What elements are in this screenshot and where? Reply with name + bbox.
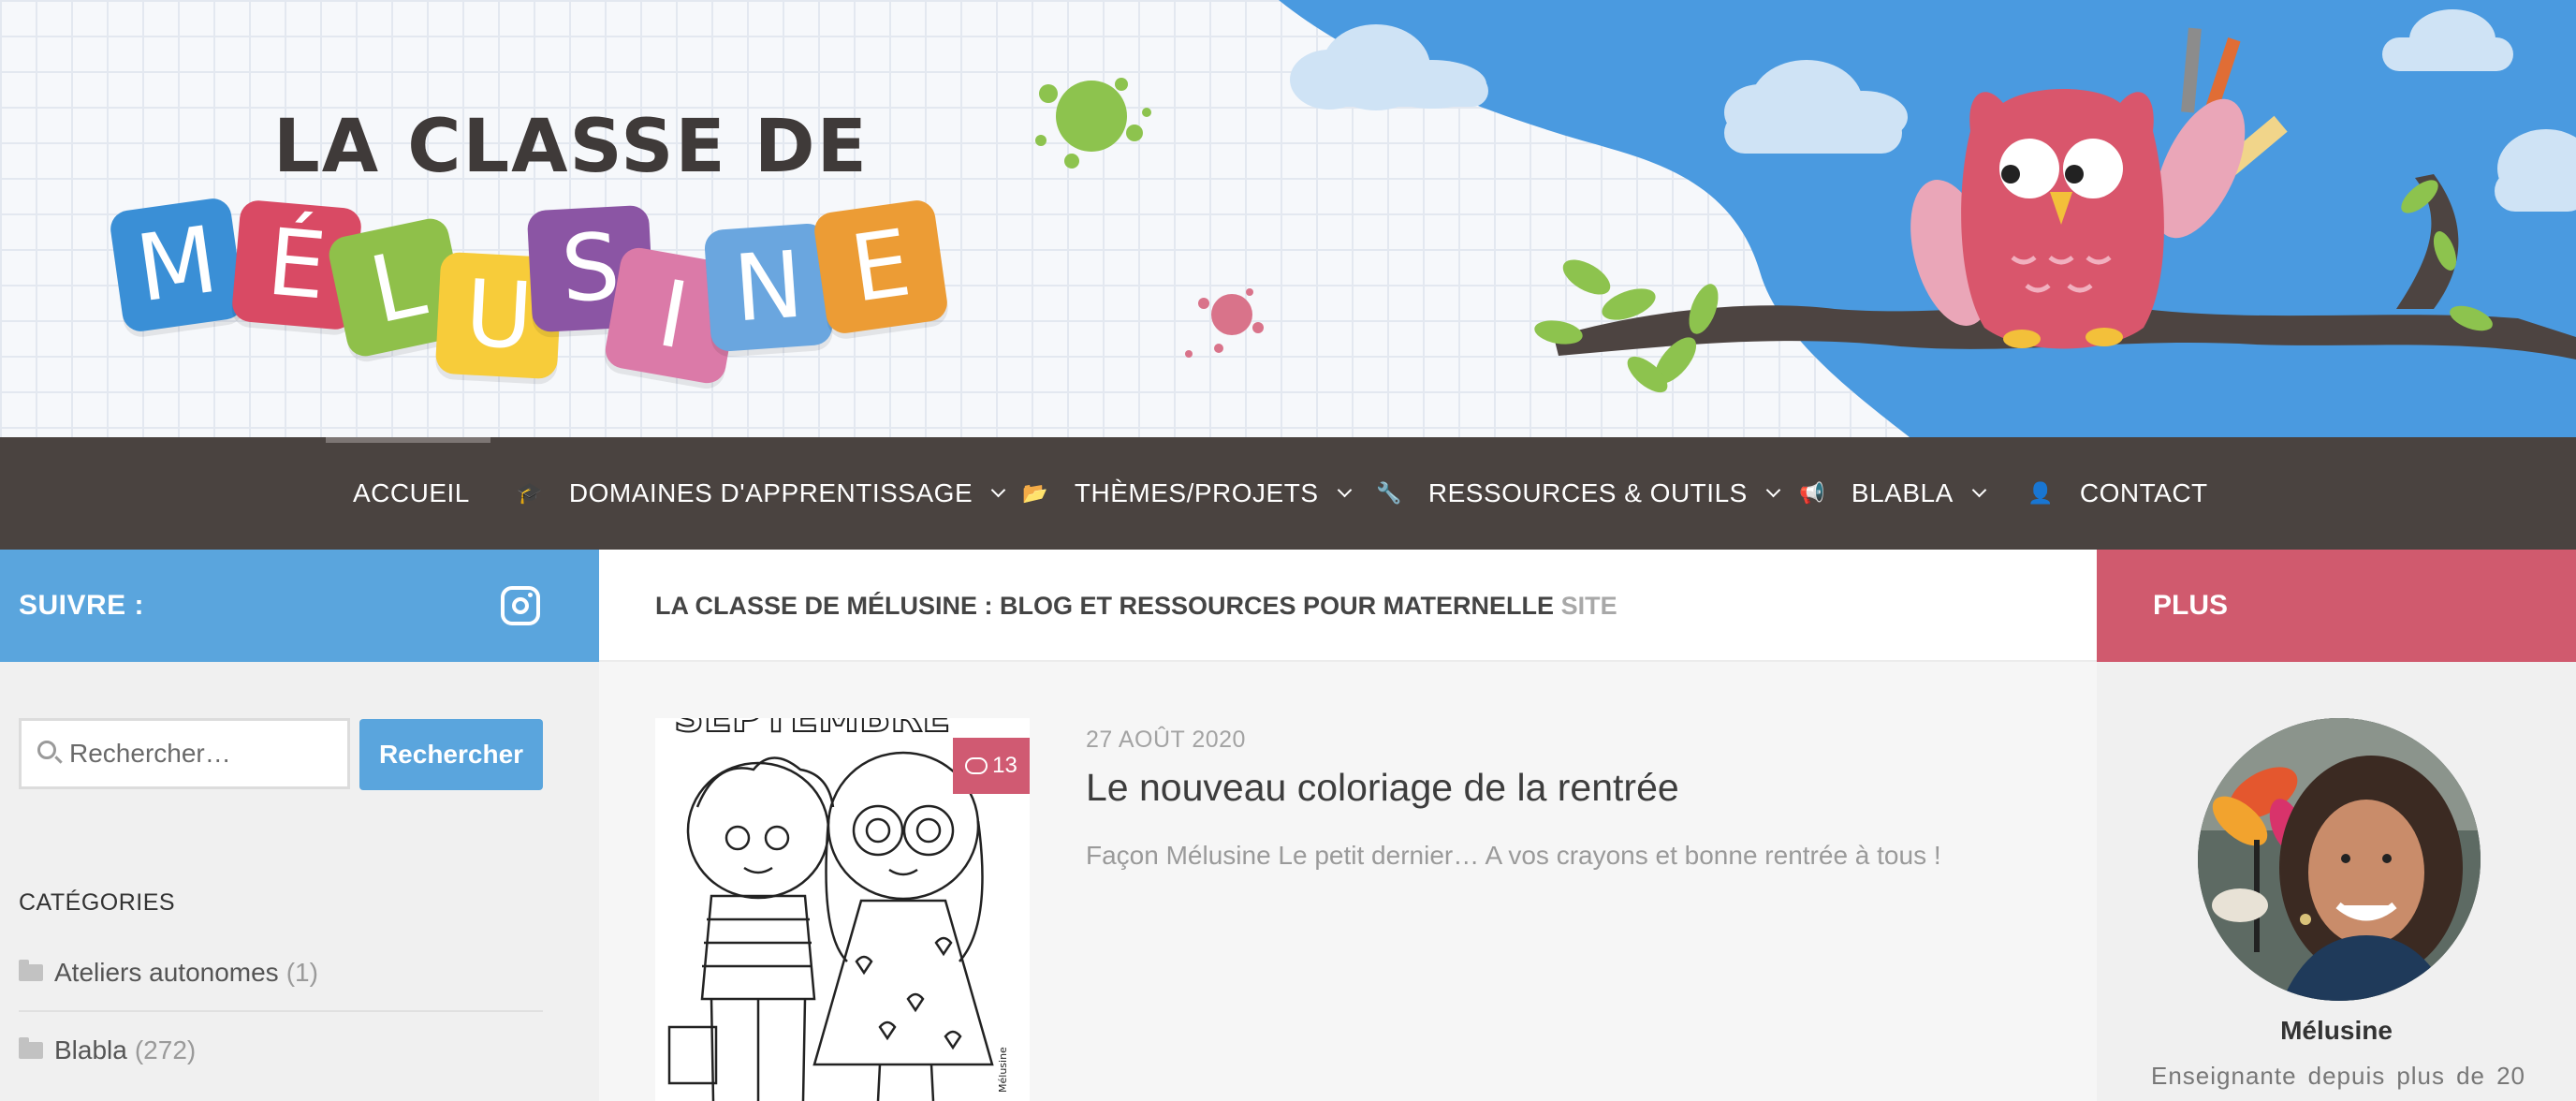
wrench-icon: 🔧 — [1376, 481, 1402, 505]
category-item[interactable]: Ateliers autonomes (1) — [19, 949, 543, 996]
logo-tile-e: E — [812, 198, 950, 336]
author-name: Mélusine — [2280, 1016, 2393, 1045]
graduation-cap-icon: 🎓 — [517, 481, 543, 505]
search-button[interactable]: Rechercher — [359, 719, 543, 790]
nav-item-contact[interactable]: 👤 CONTACT — [2027, 437, 2208, 550]
category-divider — [19, 1010, 543, 1012]
paint-splat-icon — [1035, 78, 1151, 169]
nav-item-label: DOMAINES D'APPRENTISSAGE — [568, 478, 973, 507]
nav-item-themes[interactable]: 📂 THÈMES/PROJETS — [1022, 437, 1352, 550]
page-title-text: LA CLASSE DE MÉLUSINE : BLOG ET RESSOURC… — [655, 592, 1555, 620]
comment-icon — [965, 757, 988, 774]
comment-count-badge[interactable]: 13 — [953, 738, 1030, 794]
category-name: Blabla — [54, 1035, 127, 1064]
chevron-down-icon — [1765, 482, 1781, 497]
paint-splat-icon — [1185, 288, 1264, 358]
chevron-down-icon — [1971, 482, 1987, 497]
author-photo — [2198, 718, 2481, 1001]
category-item[interactable]: Blabla (272) — [19, 1027, 543, 1074]
folder-open-icon: 📂 — [1022, 481, 1048, 505]
nav-item-label: BLABLA — [1851, 478, 1954, 507]
comment-count: 13 — [992, 753, 1017, 778]
follow-label: SUIVRE : — [19, 590, 145, 621]
nav-item-ressources[interactable]: 🔧 RESSOURCES & OUTILS — [1376, 437, 1781, 550]
category-count: (1) — [285, 958, 318, 987]
chevron-down-icon — [990, 482, 1006, 497]
logo-tile-n: N — [703, 222, 834, 353]
page: LA CLASSE DE M É L U S I N E ACCUEIL 🎓 D… — [0, 0, 2576, 1101]
chevron-down-icon — [1337, 482, 1352, 497]
megaphone-icon: 📢 — [1799, 481, 1825, 505]
search-icon — [37, 741, 56, 759]
nav-item-blabla[interactable]: 📢 BLABLA — [1799, 437, 1987, 550]
search-input[interactable] — [69, 732, 341, 775]
categories-title: CATÉGORIES — [19, 889, 176, 916]
nav-item-domaines[interactable]: 🎓 DOMAINES D'APPRENTISSAGE — [517, 437, 1006, 550]
logo-tile-m: M — [108, 196, 246, 334]
instagram-icon[interactable] — [501, 586, 540, 625]
page-title-suffix: SITE — [1560, 592, 1617, 620]
header-banner: LA CLASSE DE M É L U S I N E — [0, 0, 2576, 437]
category-name: Ateliers autonomes — [54, 958, 279, 987]
avatar — [2198, 718, 2481, 1001]
page-title: LA CLASSE DE MÉLUSINE : BLOG ET RESSOURC… — [655, 592, 1617, 621]
post-title-link[interactable]: Le nouveau coloriage de la rentrée — [1086, 766, 1679, 810]
nav-item-accueil[interactable]: ACCUEIL — [353, 437, 470, 550]
logo-top-text: LA CLASSE DE — [273, 105, 869, 189]
nav-item-label: ACCUEIL — [353, 478, 470, 507]
folder-icon — [19, 1037, 43, 1059]
thumb-signature: Mélusine — [997, 1047, 1009, 1093]
post-date: 27 AOÛT 2020 — [1086, 727, 1246, 753]
folder-icon — [19, 960, 43, 981]
nav-item-label: THÈMES/PROJETS — [1074, 478, 1319, 507]
thumb-caption: SEPTEMBRE — [674, 718, 950, 741]
author-bio: Enseignante depuis plus de 20 — [2151, 1062, 2525, 1090]
nav-item-label: RESSOURCES & OUTILS — [1427, 478, 1748, 507]
user-icon: 👤 — [2027, 481, 2054, 505]
category-count: (272) — [134, 1035, 197, 1064]
plus-title: PLUS — [2153, 590, 2229, 621]
post-excerpt: Façon Mélusine Le petit dernier… A vos c… — [1086, 841, 1941, 870]
nav-item-label: CONTACT — [2079, 478, 2208, 507]
banner-illustration — [1035, 0, 2576, 437]
